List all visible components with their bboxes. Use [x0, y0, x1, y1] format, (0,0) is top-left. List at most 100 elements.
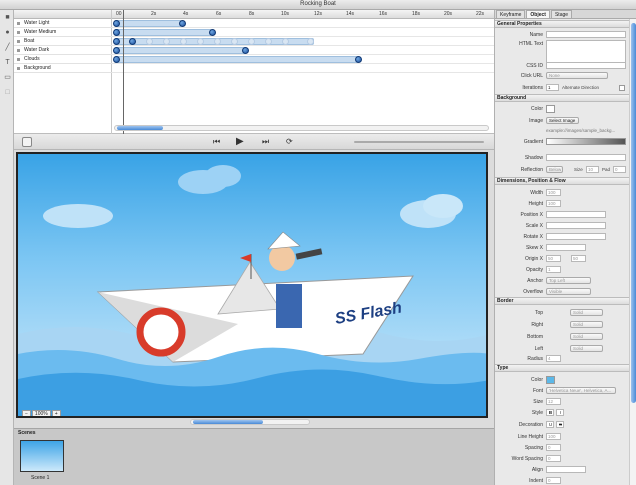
tab-object[interactable]: Object: [526, 10, 550, 18]
rewind-icon[interactable]: ⏮: [213, 137, 220, 146]
ellipse-tool-icon[interactable]: ●: [4, 29, 11, 36]
width-field[interactable]: 100: [546, 189, 561, 196]
strike-button[interactable]: S: [556, 421, 564, 428]
visibility-icon[interactable]: [17, 40, 20, 43]
keyframe-ghost[interactable]: [146, 38, 153, 45]
reflection-size-field[interactable]: 10: [586, 166, 599, 173]
keyframe[interactable]: [113, 56, 120, 63]
reflection-pad-field[interactable]: 0: [613, 166, 626, 173]
layer-row[interactable]: Water Medium: [14, 28, 112, 37]
visibility-icon[interactable]: [17, 67, 20, 70]
stage-settings-button[interactable]: [22, 137, 32, 147]
shadow-fields[interactable]: [546, 154, 626, 161]
play-icon[interactable]: ▶: [236, 137, 244, 147]
playhead[interactable]: [123, 10, 124, 134]
layer-track[interactable]: [112, 37, 494, 46]
border-right-select[interactable]: Solid: [570, 321, 603, 328]
keyframe[interactable]: [113, 20, 120, 27]
visibility-icon[interactable]: [17, 58, 20, 61]
css-id-field[interactable]: [546, 62, 626, 69]
stage-scrollbar[interactable]: [190, 419, 310, 425]
line-tool-icon[interactable]: ╱: [4, 44, 11, 51]
underline-button[interactable]: U: [546, 421, 554, 428]
reflection-select[interactable]: Below: [546, 166, 563, 173]
opacity-field[interactable]: 1: [546, 266, 561, 273]
origin-x-field[interactable]: 50: [546, 255, 561, 262]
keyframe[interactable]: [209, 29, 216, 36]
rectangle-tool-icon[interactable]: ■: [4, 14, 11, 21]
indent-field[interactable]: 0: [546, 477, 561, 484]
zoom-in-button[interactable]: +: [51, 410, 61, 416]
scrollbar-thumb[interactable]: [631, 23, 636, 403]
background-section-header[interactable]: Background: [495, 94, 629, 102]
keyframe-ghost[interactable]: [231, 38, 238, 45]
keyframe-ghost[interactable]: [248, 38, 255, 45]
keyframe-ghost[interactable]: [265, 38, 272, 45]
keyframe-ghost[interactable]: [180, 38, 187, 45]
zoom-out-button[interactable]: −: [22, 410, 31, 416]
image-tool-icon[interactable]: ▭: [4, 74, 11, 81]
spacing-field[interactable]: 0: [546, 444, 561, 451]
type-section-header[interactable]: Type: [495, 364, 629, 372]
keyframe-ghost[interactable]: [214, 38, 221, 45]
layer-track[interactable]: [112, 46, 494, 55]
scrollbar-thumb[interactable]: [117, 126, 163, 130]
layer-row[interactable]: Boat: [14, 37, 112, 46]
keyframe[interactable]: [242, 47, 249, 54]
scale-fields[interactable]: [546, 222, 606, 229]
visibility-icon[interactable]: [17, 22, 20, 25]
animation-bar[interactable]: [114, 29, 212, 36]
general-section-header[interactable]: General Properties: [495, 20, 629, 28]
scene-thumbnail[interactable]: [20, 440, 64, 472]
bold-button[interactable]: B: [546, 409, 554, 416]
tab-stage[interactable]: Stage: [550, 10, 573, 18]
overflow-select[interactable]: Visible: [546, 288, 591, 295]
alternate-direction-checkbox[interactable]: [619, 85, 625, 91]
border-section-header[interactable]: Border: [495, 297, 629, 305]
skew-fields[interactable]: [546, 244, 586, 251]
keyframe[interactable]: [113, 38, 120, 45]
layer-track[interactable]: [112, 64, 494, 73]
rotate-fields[interactable]: [546, 233, 606, 240]
border-left-select[interactable]: Solid: [570, 345, 603, 352]
keyframe-ghost[interactable]: [197, 38, 204, 45]
border-top-select[interactable]: Solid: [570, 309, 603, 316]
layer-track[interactable]: [112, 19, 494, 28]
radius-field[interactable]: 4: [546, 355, 561, 362]
visibility-icon[interactable]: [17, 31, 20, 34]
keyframe[interactable]: [129, 38, 136, 45]
animation-bar[interactable]: [114, 20, 182, 27]
scrollbar-thumb[interactable]: [193, 420, 263, 424]
html-text-field[interactable]: [546, 40, 626, 64]
align-buttons[interactable]: [546, 466, 586, 473]
inspector-scrollbar[interactable]: [629, 19, 636, 485]
click-url-select[interactable]: None: [546, 72, 608, 79]
font-select[interactable]: 'Helvetica Neue', Helvetica, A...: [546, 387, 616, 394]
keyframe[interactable]: [113, 29, 120, 36]
layer-row[interactable]: Water Dark: [14, 46, 112, 55]
anchor-select[interactable]: Top Left: [546, 277, 591, 284]
keyframe-ghost[interactable]: [282, 38, 289, 45]
layer-track[interactable]: [112, 55, 494, 64]
keyframe-ghost[interactable]: [307, 38, 314, 45]
timeline-scrollbar[interactable]: [114, 125, 489, 131]
keyframe-ghost[interactable]: [163, 38, 170, 45]
visibility-icon[interactable]: [17, 49, 20, 52]
layer-track[interactable]: [112, 28, 494, 37]
keyframe[interactable]: [179, 20, 186, 27]
select-image-button[interactable]: Select Image: [546, 117, 579, 124]
layer-row[interactable]: Background: [14, 64, 112, 73]
zoom-level[interactable]: 100%: [31, 410, 51, 416]
animation-bar[interactable]: [114, 56, 359, 63]
forward-icon[interactable]: ⏭: [262, 137, 269, 146]
stage-canvas[interactable]: SS Flash − 100% +: [16, 152, 488, 418]
name-field[interactable]: [546, 31, 626, 38]
animation-bar[interactable]: [114, 47, 246, 54]
iterations-field[interactable]: 1: [546, 84, 559, 91]
loop-icon[interactable]: ⟳: [286, 137, 293, 146]
text-tool-icon[interactable]: T: [4, 59, 11, 66]
gradient-bar[interactable]: [546, 138, 626, 145]
italic-button[interactable]: I: [556, 409, 564, 416]
border-bottom-select[interactable]: Solid: [570, 333, 603, 340]
object-tool-icon[interactable]: □: [4, 89, 11, 96]
